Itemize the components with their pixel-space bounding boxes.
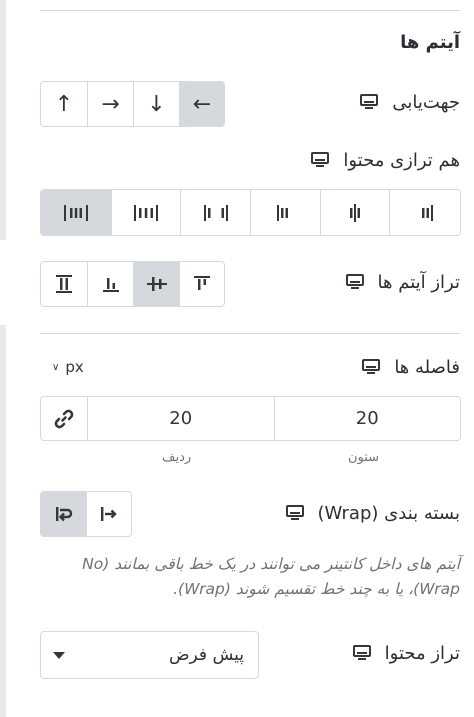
monitor-icon[interactable] bbox=[285, 505, 304, 522]
justify-space-around-button[interactable] bbox=[110, 190, 181, 235]
wrap-label: بسته بندی (Wrap) bbox=[317, 503, 460, 524]
wrap-label-row: بسته بندی (Wrap) bbox=[285, 503, 460, 524]
justify-center-button[interactable] bbox=[319, 190, 390, 235]
gaps-label: فاصله ها bbox=[394, 357, 460, 378]
justify-start-button[interactable] bbox=[389, 190, 460, 235]
monitor-icon[interactable] bbox=[345, 274, 364, 291]
align-end-icon bbox=[102, 278, 119, 292]
direction-row-button[interactable]: → bbox=[87, 82, 133, 126]
chevron-down-icon: ∨ bbox=[52, 361, 60, 373]
align-start-button[interactable] bbox=[179, 262, 224, 306]
monitor-icon[interactable] bbox=[352, 645, 371, 662]
panel-edge bbox=[0, 0, 6, 240]
arrow-down-icon: ↓ bbox=[147, 91, 166, 117]
row-gap-label: ردیف bbox=[162, 450, 192, 465]
justify-space-evenly-button[interactable] bbox=[41, 190, 111, 235]
monitor-icon[interactable] bbox=[311, 152, 330, 169]
justify-content-control bbox=[40, 189, 461, 236]
direction-row-reverse-button[interactable]: ← bbox=[179, 82, 224, 126]
justify-content-label: هم ترازی محتوا bbox=[343, 150, 460, 171]
gaps-input-group: 20 20 bbox=[40, 396, 461, 441]
justify-center-icon bbox=[350, 203, 360, 222]
no-wrap-button[interactable] bbox=[86, 492, 131, 536]
wrap-description: آیتم های داخل کانتینر می توانند در یک خط… bbox=[82, 555, 460, 598]
align-end-button[interactable] bbox=[87, 262, 133, 306]
panel-edge bbox=[0, 325, 6, 717]
wrap-control bbox=[40, 491, 132, 537]
column-gap-input[interactable]: 20 bbox=[275, 397, 461, 440]
align-items-label: تراز آیتم ها bbox=[377, 272, 460, 293]
justify-space-around-icon bbox=[133, 204, 158, 221]
align-center-icon bbox=[146, 277, 167, 291]
justify-space-between-icon bbox=[203, 204, 228, 221]
align-content-label: تراز محتوا bbox=[384, 643, 460, 664]
monitor-icon[interactable] bbox=[360, 94, 379, 111]
no-wrap-icon bbox=[101, 507, 117, 521]
align-stretch-icon bbox=[56, 275, 72, 293]
link-values-button[interactable] bbox=[41, 397, 88, 440]
link-icon bbox=[54, 409, 74, 428]
row-gap-input[interactable]: 20 bbox=[88, 397, 275, 440]
arrow-right-icon: → bbox=[101, 91, 120, 117]
align-content-select[interactable]: پیش فرض bbox=[40, 631, 259, 679]
unit-selector[interactable]: ∨ px bbox=[52, 358, 84, 376]
items-section-title: آیتم ها bbox=[400, 32, 460, 53]
caret-down-icon bbox=[53, 651, 65, 659]
direction-control: ↑ → ↓ ← bbox=[40, 81, 225, 127]
arrow-up-icon: ↑ bbox=[54, 91, 74, 117]
align-start-icon bbox=[194, 276, 210, 290]
direction-column-button[interactable]: ↑ bbox=[41, 82, 87, 126]
align-content-label-row: تراز محتوا bbox=[352, 643, 460, 664]
monitor-icon[interactable] bbox=[362, 359, 381, 376]
wrap-button[interactable] bbox=[41, 492, 87, 536]
justify-space-between-button[interactable] bbox=[180, 190, 250, 235]
section-divider bbox=[40, 333, 460, 334]
align-items-label-row: تراز آیتم ها bbox=[345, 272, 460, 293]
align-center-button[interactable] bbox=[133, 262, 179, 306]
align-content-value: پیش فرض bbox=[169, 645, 244, 665]
justify-space-evenly-icon bbox=[63, 204, 88, 221]
justify-end-button[interactable] bbox=[250, 190, 320, 235]
direction-column-reverse-button[interactable]: ↓ bbox=[133, 82, 179, 126]
justify-label-row: هم ترازی محتوا bbox=[311, 150, 460, 171]
justify-start-icon bbox=[422, 204, 434, 221]
align-items-control bbox=[40, 261, 225, 307]
section-divider bbox=[40, 10, 460, 11]
justify-end-icon bbox=[277, 204, 289, 221]
arrow-left-icon: ← bbox=[192, 91, 212, 117]
unit-value: px bbox=[65, 358, 84, 376]
align-stretch-button[interactable] bbox=[41, 262, 87, 306]
column-gap-label: ستون bbox=[348, 450, 380, 465]
direction-label: جهت‌یابی bbox=[392, 92, 460, 113]
gaps-label-row: فاصله ها bbox=[362, 357, 460, 378]
wrap-icon bbox=[55, 507, 72, 522]
direction-label-row: جهت‌یابی bbox=[360, 92, 460, 113]
